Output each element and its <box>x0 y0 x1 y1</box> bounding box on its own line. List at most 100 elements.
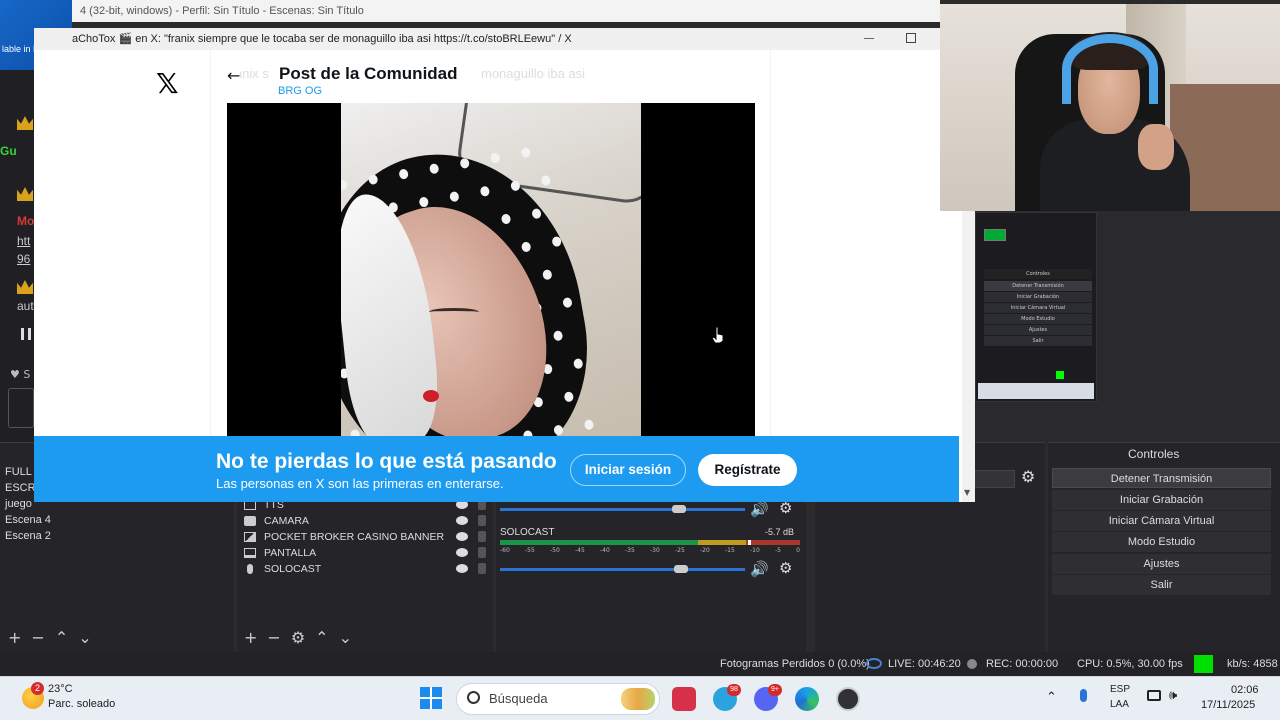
x-logo-icon[interactable]: 𝕏 <box>156 67 179 100</box>
microphone-icon[interactable] <box>1080 689 1087 702</box>
eye-icon[interactable] <box>456 548 468 557</box>
speaker-icon[interactable]: 🔊 <box>750 500 769 518</box>
move-down-icon[interactable]: ⌄ <box>339 628 362 647</box>
discord-badge: 9+ <box>768 684 782 696</box>
move-down-icon[interactable]: ⌄ <box>78 628 101 647</box>
meter-tick-label: -20 <box>700 547 710 554</box>
headphones-icon <box>1062 34 1158 104</box>
polka-dot <box>552 330 564 342</box>
language-top[interactable]: ESP <box>1110 684 1130 695</box>
weather-desc[interactable]: Parc. soleado <box>48 698 115 710</box>
video-player[interactable] <box>227 103 755 438</box>
app-icon-red[interactable] <box>672 687 696 711</box>
scene-item[interactable]: Escena 2 <box>5 530 51 542</box>
bitrate-indicator <box>1194 655 1213 673</box>
stop-stream-button[interactable]: Detener Transmisión <box>1052 468 1271 488</box>
minimize-icon[interactable] <box>864 38 874 39</box>
move-up-icon[interactable]: ⌃ <box>315 628 338 647</box>
signup-button[interactable]: Regístrate <box>698 454 797 486</box>
chat-input[interactable] <box>8 388 34 428</box>
weather-badge: 2 <box>31 682 44 695</box>
mini-control: Detener Transmisión <box>984 281 1092 291</box>
camera-icon <box>244 516 256 527</box>
pause-icon[interactable] <box>21 328 31 340</box>
meter-tick-label: 0 <box>796 547 800 554</box>
scene-item[interactable]: Escena 4 <box>5 514 51 526</box>
gear-icon[interactable]: ⚙ <box>1021 467 1035 486</box>
remove-icon[interactable]: − <box>31 628 54 647</box>
audio-db: -5.7 dB <box>765 527 795 537</box>
start-virtual-camera-button[interactable]: Iniciar Cámara Virtual <box>1052 511 1271 531</box>
banner-title: No te pierdas lo que está pasando <box>216 450 557 473</box>
add-icon[interactable]: + <box>244 628 267 647</box>
scene-item[interactable]: juego <box>5 498 32 510</box>
meter-tick-label: -35 <box>625 547 635 554</box>
volume-icon[interactable]: 🕪 <box>1169 687 1177 703</box>
volume-knob-2[interactable] <box>674 565 688 573</box>
lock-icon[interactable] <box>478 531 486 542</box>
meter-tick-label: -60 <box>500 547 510 554</box>
search-placeholder: Búsqueda <box>489 691 548 706</box>
author-handle[interactable]: BRG OG <box>278 85 322 97</box>
polka-dot <box>428 163 440 175</box>
polka-dot <box>520 241 532 253</box>
polka-dot <box>341 179 348 191</box>
heart-label: S <box>23 368 31 381</box>
source-label: PANTALLA <box>264 547 317 559</box>
cpu-usage: CPU: 0.5%, 30.00 fps <box>1077 658 1183 670</box>
obs-status-bar: Fotogramas Perdidos 0 (0.0%) LIVE: 00:46… <box>0 652 1280 676</box>
add-icon[interactable]: + <box>8 628 31 647</box>
mini-controls-title: Controles <box>984 269 1092 279</box>
windows-start-icon[interactable] <box>420 687 442 709</box>
scroll-down-icon[interactable]: ▼ <box>964 488 970 497</box>
polka-dot <box>367 173 379 186</box>
clock-date[interactable]: 17/11/2025 <box>1201 699 1255 711</box>
source-row[interactable]: PANTALLA <box>242 545 490 561</box>
microphone-icon <box>247 564 253 575</box>
settings-button[interactable]: Ajustes <box>1052 554 1271 574</box>
source-row[interactable]: SOLOCAST <box>242 561 490 577</box>
maximize-icon[interactable] <box>906 33 916 43</box>
exit-button[interactable]: Salir <box>1052 575 1271 595</box>
volume-slider[interactable] <box>500 508 745 511</box>
speaker-icon[interactable]: 🔊 <box>750 560 769 578</box>
gear-icon[interactable]: ⚙ <box>291 628 315 647</box>
gear-icon[interactable]: ⚙ <box>779 559 792 577</box>
image-icon <box>244 532 256 543</box>
volume-knob[interactable] <box>672 505 686 513</box>
lock-icon[interactable] <box>478 515 486 526</box>
start-recording-button[interactable]: Iniciar Grabación <box>1052 490 1271 510</box>
move-up-icon[interactable]: ⌃ <box>55 628 78 647</box>
eye-icon[interactable] <box>456 564 468 573</box>
remove-icon[interactable]: − <box>267 628 290 647</box>
language-bottom[interactable]: LAA <box>1110 699 1129 710</box>
source-row[interactable]: POCKET BROKER CASINO BANNER <box>242 529 490 545</box>
eye-icon[interactable] <box>456 516 468 525</box>
polka-dot <box>418 196 430 208</box>
scene-item[interactable]: FULL <box>5 466 32 478</box>
login-button[interactable]: Iniciar sesión <box>570 454 686 486</box>
polka-dot <box>542 268 553 281</box>
taskbar-search-input[interactable]: Búsqueda <box>456 683 660 715</box>
polka-dot <box>449 190 460 203</box>
dropped-frames: Fotogramas Perdidos 0 (0.0%) <box>720 658 870 670</box>
source-label: CAMARA <box>264 515 309 527</box>
chevron-up-icon[interactable]: ⌃ <box>1046 689 1057 705</box>
back-arrow-icon[interactable]: ← <box>227 66 241 85</box>
clock-time[interactable]: 02:06 <box>1231 684 1259 696</box>
lock-icon[interactable] <box>478 547 486 558</box>
nested-obs-preview: Controles Detener Transmisión Iniciar Gr… <box>975 212 1097 402</box>
studio-mode-button[interactable]: Modo Estudio <box>1052 532 1271 552</box>
chat-name-gu: Gu <box>0 144 17 158</box>
browser-title: aChoTox 🎬 en X: "franix siempre que le t… <box>34 28 975 50</box>
audio-peak <box>748 540 751 545</box>
network-icon[interactable] <box>1147 690 1161 701</box>
source-row[interactable]: CAMARA <box>242 513 490 529</box>
eye-icon[interactable] <box>456 532 468 541</box>
lock-icon[interactable] <box>478 563 486 574</box>
weather-temp[interactable]: 23°C <box>48 683 73 695</box>
source-label: POCKET BROKER CASINO BANNER <box>264 531 445 543</box>
edge-icon[interactable] <box>795 687 819 711</box>
obs-icon[interactable] <box>836 687 860 711</box>
volume-slider-2[interactable] <box>500 568 745 571</box>
